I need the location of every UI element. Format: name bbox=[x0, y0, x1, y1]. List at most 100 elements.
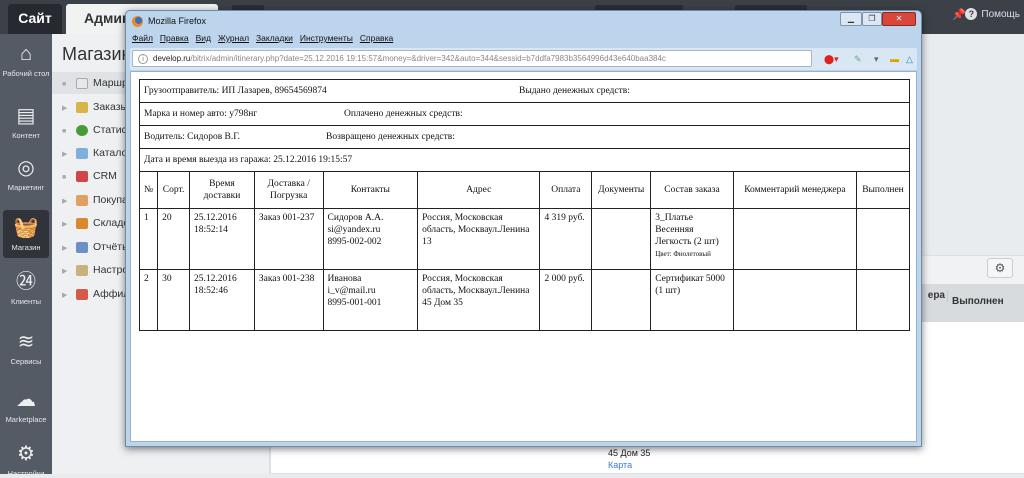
table-cell: Заказ 001-238 bbox=[253, 269, 324, 331]
table-row: 2 30 25.12.2016 18:52:46 Заказ 001-238 Ива… bbox=[138, 269, 911, 331]
sidebar-item-clients[interactable]: ㉔ Клиенты bbox=[0, 270, 52, 306]
table-cell: 4 319 руб. bbox=[539, 208, 593, 270]
table-cell: 25.12.2016 18:52:46 bbox=[189, 269, 255, 331]
table-cell: Оплата bbox=[539, 171, 593, 209]
sidebar-item-settings[interactable]: ⚙ Настройки bbox=[0, 442, 52, 478]
table-cell: Иванова i_v@mail.ru 8995-001-001 bbox=[322, 269, 419, 331]
table-cell: Заказ 001-237 bbox=[253, 208, 324, 270]
table-cell: Время доставки bbox=[189, 171, 255, 209]
sidebar-item-content[interactable]: ▤ Контент bbox=[0, 104, 52, 140]
table-cell: Сертификат 5000 (1 шт) bbox=[650, 269, 734, 331]
notes-icon[interactable]: ▬ bbox=[890, 53, 899, 65]
panel-title: Магазин bbox=[62, 44, 132, 64]
dropdown-icon[interactable]: ▾ bbox=[874, 53, 879, 65]
site-tab[interactable]: Сайт bbox=[8, 4, 62, 34]
firefox-window: Mozilla Firefox ▁ ❐ ✕ Файл Правка Вид Журна… bbox=[125, 10, 922, 447]
menu-history[interactable]: Журнал bbox=[218, 33, 249, 43]
table-cell bbox=[732, 208, 857, 270]
target-icon: ◎ bbox=[17, 157, 35, 179]
table-cell: Комментарий менеджера bbox=[732, 171, 857, 209]
users-icon bbox=[76, 194, 88, 206]
table-cell: 2 bbox=[138, 269, 159, 331]
orders-icon bbox=[76, 101, 88, 113]
pin-icon[interactable]: 📌 bbox=[952, 8, 966, 21]
close-button[interactable]: ✕ bbox=[882, 12, 916, 26]
window-title: Mozilla Firefox bbox=[132, 14, 206, 28]
menu-edit[interactable]: Правка bbox=[160, 33, 189, 43]
table-cell: № bbox=[138, 171, 159, 209]
table-cell: 30 bbox=[157, 269, 191, 331]
driver-row: Водитель: Сидоров В.Г. Возвращено денежны… bbox=[139, 125, 910, 149]
table-cell: Контакты bbox=[322, 171, 419, 209]
menu-item-crm[interactable]: ■ CRM bbox=[62, 165, 117, 187]
navigation-bar: i develop.ru/bitrix/admin/itinerary.php?d… bbox=[130, 48, 917, 70]
table-cell bbox=[855, 208, 911, 270]
table-cell: 1 bbox=[138, 208, 159, 270]
itinerary-table: Грузоотправитель: ИП Лазарев, 8965456987… bbox=[138, 79, 911, 331]
shipper-row: Грузоотправитель: ИП Лазарев, 8965456987… bbox=[139, 79, 910, 103]
table-cell bbox=[591, 208, 652, 270]
table-row: 1 20 25.12.2016 18:52:14 Заказ 001-237 Сид… bbox=[138, 208, 911, 270]
cloud-download-icon: ☁ bbox=[16, 389, 36, 411]
gear-icon: ⚙ bbox=[17, 443, 35, 465]
sidebar-item-marketing[interactable]: ◎ Маркетинг bbox=[0, 156, 52, 192]
table-cell bbox=[591, 269, 652, 331]
clients-24-icon: ㉔ bbox=[16, 271, 36, 293]
url-bar[interactable]: i develop.ru/bitrix/admin/itinerary.php?d… bbox=[132, 50, 812, 67]
table-cell: Адрес bbox=[417, 171, 541, 209]
column-header-comment[interactable]: Комментарий менеджера bbox=[928, 290, 948, 302]
table-cell: 20 bbox=[157, 208, 191, 270]
calendar-icon bbox=[76, 288, 88, 300]
folder-icon bbox=[76, 147, 88, 159]
table-cell: Документы bbox=[591, 171, 652, 209]
table-cell bbox=[855, 269, 911, 331]
home-icon: ⌂ bbox=[19, 43, 33, 65]
document-icon: ▤ bbox=[16, 105, 36, 127]
background-address: 45 Дом 35 bbox=[608, 448, 651, 458]
car-row: Марка и номер авто: у798нг Оплачено денеж… bbox=[139, 102, 910, 126]
table-cell: Доставка / Погрузка bbox=[253, 171, 324, 209]
help-link[interactable]: ? Помощь bbox=[965, 8, 1020, 20]
report-icon bbox=[76, 241, 88, 253]
firefox-logo-icon bbox=[132, 16, 143, 28]
table-cell: Россия, Московская область, Москваул.Лен… bbox=[417, 269, 541, 331]
sync-icon[interactable]: △ bbox=[906, 53, 913, 65]
table-cell: Россия, Московская область, Москваул.Лен… bbox=[417, 208, 541, 270]
chart-icon bbox=[76, 124, 88, 136]
sidebar-item-services[interactable]: ≋ Сервисы bbox=[0, 330, 52, 366]
sidebar-item-shop[interactable]: 🧺 Магазин bbox=[3, 210, 49, 258]
sidebar-item-marketplace[interactable]: ☁ Marketplace bbox=[0, 388, 52, 424]
settings-icon bbox=[76, 264, 88, 276]
menu-file[interactable]: Файл bbox=[132, 33, 153, 43]
menu-bookmarks[interactable]: Закладки bbox=[256, 33, 293, 43]
table-cell: 3_Платье Весенняя Легкость (2 шт) Цвет: Ф… bbox=[650, 208, 734, 270]
map-link[interactable]: Карта bbox=[608, 460, 632, 470]
maximize-button[interactable]: ❐ bbox=[862, 12, 882, 26]
page-content: Грузоотправитель: ИП Лазарев, 8965456987… bbox=[130, 71, 917, 442]
departure-row: Дата и время выезда из гаража: 25.12.201… bbox=[139, 148, 910, 172]
minimize-button[interactable]: ▁ bbox=[840, 12, 862, 26]
table-cell: Сидоров А.А. si@yandex.ru 8995-002-002 bbox=[322, 208, 419, 270]
list-settings-button[interactable]: ⚙ bbox=[987, 258, 1013, 278]
table-cell bbox=[732, 269, 857, 331]
adblock-icon[interactable]: ⬤▾ bbox=[824, 53, 839, 65]
menu-tools[interactable]: Инструменты bbox=[300, 33, 353, 43]
table-cell: Состав заказа bbox=[650, 171, 734, 209]
gear-icon: ⚙ bbox=[994, 261, 1006, 275]
column-header-done[interactable]: Выполнен bbox=[952, 296, 1004, 307]
table-cell: 2 000 руб. bbox=[539, 269, 593, 331]
funnel-icon bbox=[76, 170, 88, 182]
page-icon bbox=[76, 77, 88, 89]
layers-icon: ≋ bbox=[17, 331, 35, 353]
warehouse-icon bbox=[76, 217, 88, 229]
extension-icon[interactable]: ✎ bbox=[854, 53, 862, 65]
info-icon[interactable]: i bbox=[138, 54, 148, 64]
menu-item-orders[interactable]: ▶ Заказы bbox=[62, 96, 128, 118]
basket-icon: 🧺 bbox=[13, 217, 39, 239]
menu-help[interactable]: Справка bbox=[360, 33, 393, 43]
help-icon: ? bbox=[965, 8, 978, 20]
menu-view[interactable]: Вид bbox=[196, 33, 211, 43]
sidebar-item-desktop[interactable]: ⌂ Рабочий стол bbox=[0, 42, 52, 78]
table-cell: 25.12.2016 18:52:14 bbox=[189, 208, 255, 270]
menu-item-reports[interactable]: ▶ Отчёты bbox=[62, 236, 130, 258]
